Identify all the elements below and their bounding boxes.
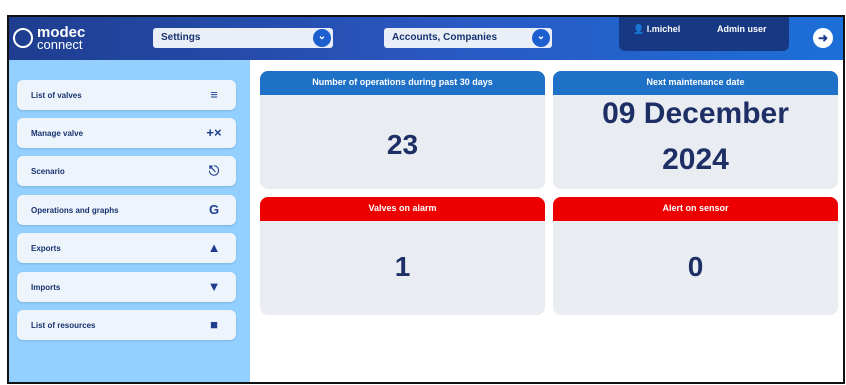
chevron-down-icon[interactable]: ⌄ — [313, 29, 331, 47]
sidebar-item-label: Scenario — [31, 167, 65, 176]
sidebar-item-label: Operations and graphs — [31, 206, 119, 215]
sensor-alert-card: Alert on sensor 0 — [553, 197, 838, 315]
sidebar-item-exports[interactable]: Exports ▲ — [17, 233, 236, 263]
folder-icon: ■ — [210, 317, 218, 332]
section-dropdown-label: Accounts, Companies — [392, 32, 498, 43]
sidebar-item-scenario[interactable]: Scenario ⎋ — [17, 156, 236, 186]
logo-sub: connect — [37, 37, 83, 52]
valves-on-alarm-count: 1 — [394, 251, 411, 282]
sidebar-item-manage-valve[interactable]: Manage valve +× — [17, 118, 236, 148]
sidebar-item-label: Manage valve — [31, 129, 84, 138]
maintenance-card-title: Next maintenance date — [553, 71, 838, 95]
sidebar-item-list-of-valves[interactable]: List of valves ≡ — [17, 80, 236, 110]
user-role: Admin user — [717, 24, 767, 34]
sidebar: List of valves ≡ Manage valve +× Scenari… — [9, 60, 250, 382]
sensor-alert-count: 0 — [687, 251, 704, 282]
operations-count: 23 — [386, 129, 419, 160]
valves-on-alarm-card: Valves on alarm 1 — [260, 197, 545, 315]
maintenance-card: Next maintenance date 09 December 2024 — [553, 71, 838, 189]
sidebar-item-label: Exports — [31, 244, 61, 253]
sidebar-item-label: List of valves — [31, 91, 82, 100]
sidebar-item-operations-and-graphs[interactable]: Operations and graphs G — [17, 195, 236, 225]
username: 👤 l.michel — [633, 24, 681, 34]
import-box-icon: ▼ — [207, 279, 221, 294]
maintenance-date-line1: 09 December — [602, 97, 789, 130]
sidebar-item-imports[interactable]: Imports ▼ — [17, 272, 236, 302]
sensor-alert-title: Alert on sensor — [553, 197, 838, 221]
list-icon: ≡ — [210, 87, 218, 102]
settings-dropdown[interactable]: Settings ⌄ — [153, 28, 333, 48]
sidebar-item-list-of-resources[interactable]: List of resources ■ — [17, 310, 236, 340]
chevron-down-icon[interactable]: ⌄ — [532, 29, 550, 47]
sidebar-item-label: List of resources — [31, 321, 96, 330]
top-bar: modec connect Settings ⌄ Accounts, Compa… — [9, 17, 843, 60]
operations-card-title: Number of operations during past 30 days — [260, 71, 545, 95]
app-window: modec connect Settings ⌄ Accounts, Compa… — [7, 15, 845, 384]
section-dropdown[interactable]: Accounts, Companies ⌄ — [384, 28, 552, 48]
plus-cross-icon: +× — [206, 125, 222, 140]
logout-icon[interactable]: ➜ — [813, 28, 833, 48]
maintenance-date-line2: 2024 — [662, 143, 729, 176]
user-panel[interactable]: 👤 l.michel Admin user — [619, 17, 789, 51]
settings-dropdown-label: Settings — [161, 32, 201, 43]
sidebar-item-label: Imports — [31, 283, 61, 292]
logo-mark-icon — [13, 28, 33, 48]
operations-card: Number of operations during past 30 days… — [260, 71, 545, 189]
chair-icon: ⎋ — [208, 163, 220, 178]
export-box-icon: ▲ — [207, 240, 221, 255]
refresh-g-icon: G — [208, 202, 220, 217]
valves-on-alarm-title: Valves on alarm — [260, 197, 545, 221]
